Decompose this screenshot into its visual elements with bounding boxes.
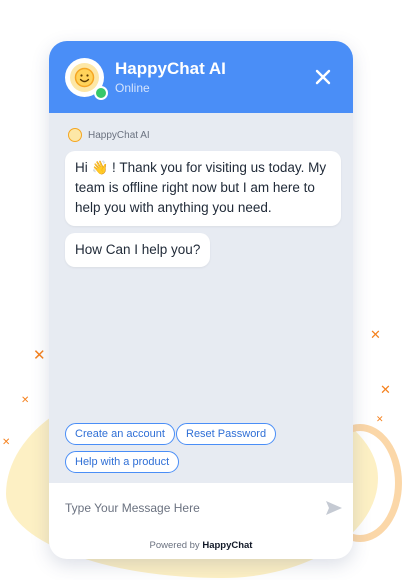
quick-reply-reset-password[interactable]: Reset Password	[176, 423, 277, 445]
decorative-x-icon: ✕	[33, 346, 46, 364]
send-button[interactable]	[325, 500, 343, 516]
chat-header: HappyChat AI Online	[49, 41, 353, 113]
footer-prefix: Powered by	[149, 540, 200, 551]
message-list: HappyChat AI Hi 👋 ! Thank you for visiti…	[49, 113, 353, 483]
send-icon	[326, 501, 342, 515]
chat-widget: HappyChat AI Online HappyChat AI Hi 👋 ! …	[49, 41, 353, 559]
decorative-x-icon: ✕	[380, 383, 391, 398]
quick-reply-create-account[interactable]: Create an account	[65, 423, 175, 445]
message-composer[interactable]: Type Your Message Here	[49, 483, 353, 534]
decorative-x-icon: ✕	[2, 437, 11, 448]
message-bubble: How Can I help you?	[65, 233, 211, 267]
chat-status: Online	[115, 81, 150, 95]
decorative-x-icon: ✕	[376, 415, 384, 425]
smiley-icon	[68, 128, 82, 142]
decorative-x-icon: ✕	[370, 328, 381, 343]
sender-label: HappyChat AI	[68, 128, 150, 142]
powered-by-footer: Powered by HappyChat	[49, 533, 353, 559]
close-button[interactable]	[311, 65, 335, 89]
chat-title: HappyChat AI	[115, 59, 226, 78]
online-status-dot	[94, 86, 108, 100]
footer-brand: HappyChat	[202, 540, 253, 551]
decorative-x-icon: ✕	[21, 395, 30, 406]
close-icon	[315, 69, 331, 85]
quick-reply-help-product[interactable]: Help with a product	[65, 451, 180, 473]
sender-name: HappyChat AI	[88, 129, 150, 141]
message-input[interactable]: Type Your Message Here	[65, 501, 200, 515]
message-bubble: Hi 👋 ! Thank you for visiting us today. …	[65, 151, 341, 226]
